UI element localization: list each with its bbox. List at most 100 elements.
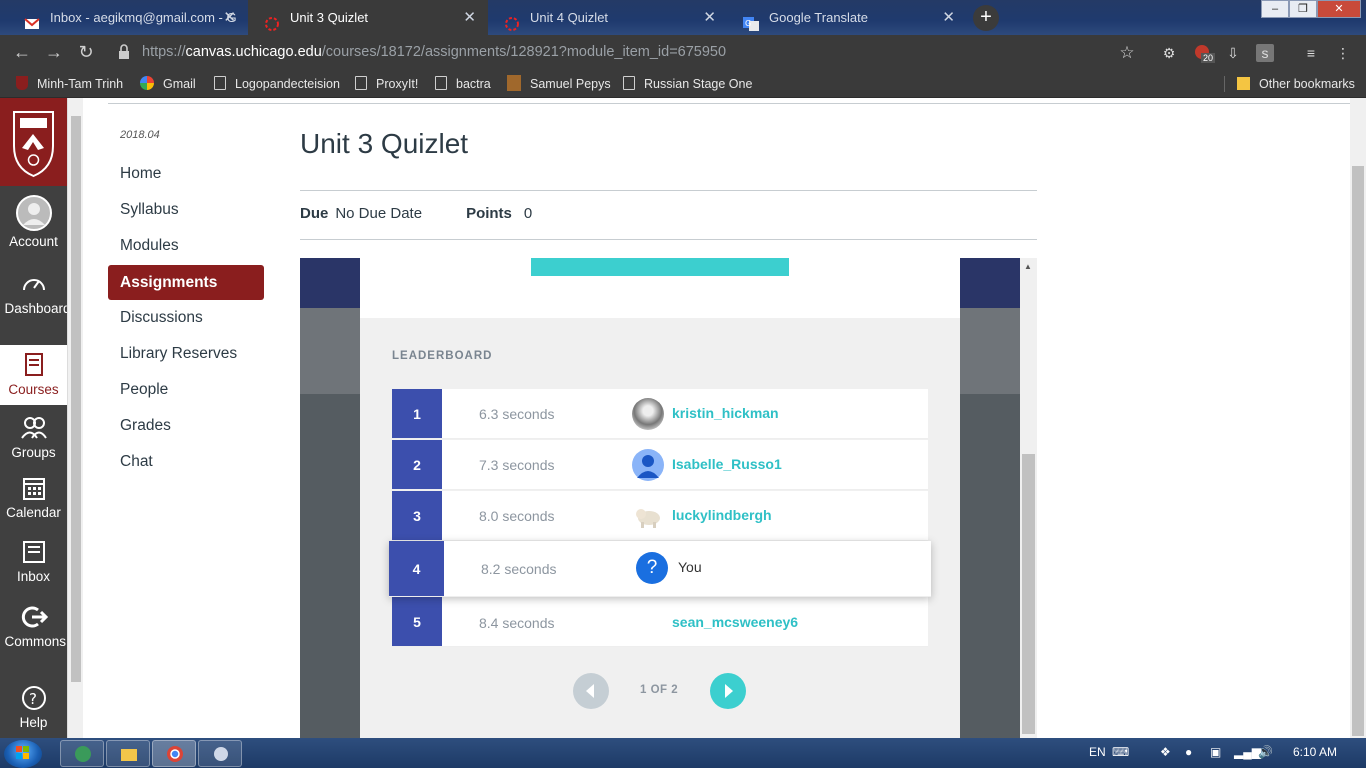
bookmark-proxyit[interactable]: ProxyIt!	[355, 70, 418, 98]
other-bookmarks-label: Other bookmarks	[1259, 77, 1355, 91]
course-nav-chat[interactable]: Chat	[120, 453, 153, 471]
groups-icon	[20, 414, 48, 442]
explorer-folder-icon	[121, 749, 137, 761]
volume-icon[interactable]: 🔊	[1258, 745, 1273, 759]
bookmark-label: ProxyIt!	[376, 77, 419, 91]
global-nav-label: Calendar	[6, 505, 61, 520]
bookmark-bactra[interactable]: bactra	[435, 70, 491, 98]
previous-page-button[interactable]	[573, 673, 609, 709]
media-router-icon[interactable]: ≡	[1302, 44, 1320, 62]
global-nav-scrollbar[interactable]	[67, 98, 83, 738]
reload-button[interactable]: ↻	[70, 35, 102, 70]
global-nav-courses[interactable]: Courses	[0, 345, 67, 405]
global-nav-inbox[interactable]: Inbox	[0, 538, 67, 584]
page-scrollbar[interactable]	[1350, 98, 1366, 738]
bookmark-logopandecteision[interactable]: Logopandecteision	[214, 70, 340, 98]
course-nav-library-reserves[interactable]: Library Reserves	[120, 345, 237, 363]
leaderboard-rank: 4	[389, 541, 444, 596]
global-nav-account[interactable]: Account	[0, 195, 67, 249]
paint-icon	[214, 747, 228, 761]
tab-unit3-quizlet[interactable]: Unit 3 Quizlet ✕	[248, 0, 488, 35]
bookmark-russian-stage-one[interactable]: Russian Stage One	[623, 70, 752, 98]
uchicago-logo[interactable]	[0, 98, 67, 186]
address-bar[interactable]: https://canvas.uchicago.edu/courses/1817…	[142, 35, 726, 70]
scroll-up-arrow-icon[interactable]: ▲	[1024, 262, 1032, 271]
next-page-button[interactable]	[710, 673, 746, 709]
global-nav-dashboard[interactable]: Dashboard	[0, 270, 71, 316]
keyboard-icon[interactable]: ⌨	[1112, 745, 1129, 759]
extension-badge-count: 20	[1201, 53, 1216, 63]
course-nav-people[interactable]: People	[120, 381, 168, 399]
leaderboard-user[interactable]: kristin_hickman	[672, 405, 779, 421]
course-nav-grades[interactable]: Grades	[120, 417, 171, 435]
page-title: Unit 3 Quizlet	[300, 128, 469, 159]
tab-google-translate[interactable]: G Google Translate ✕	[727, 0, 967, 35]
global-nav-calendar[interactable]: Calendar	[0, 474, 67, 520]
bookmark-label: Logopandecteision	[235, 77, 340, 91]
course-nav-modules[interactable]: Modules	[120, 237, 179, 255]
windows-start-button[interactable]	[4, 740, 42, 768]
taskbar-app-button[interactable]	[60, 740, 104, 767]
lock-icon	[118, 44, 130, 60]
global-nav-groups[interactable]: Groups	[0, 414, 67, 460]
tab-gmail-inbox[interactable]: Inbox - aegikmq@gmail.com - G ✕	[8, 0, 248, 35]
action-center-icon[interactable]: ▣	[1210, 745, 1221, 759]
tab-close-icon[interactable]: ✕	[223, 0, 236, 35]
leaderboard-user[interactable]: luckylindbergh	[672, 507, 772, 523]
inbox-icon	[20, 538, 48, 566]
bookmark-star-icon[interactable]: ☆	[1118, 44, 1136, 62]
network-signal-icon[interactable]: ▂▄▆	[1234, 745, 1261, 759]
leaderboard-time: 6.3 seconds	[479, 406, 555, 422]
details-divider	[300, 239, 1037, 240]
tab-close-icon[interactable]: ✕	[463, 0, 476, 35]
leaderboard-user[interactable]: Isabelle_Russo1	[672, 456, 782, 472]
bookmark-samuel-pepys[interactable]: Samuel Pepys	[507, 70, 611, 98]
bookmark-gmail[interactable]: Gmail	[140, 70, 196, 98]
tab-title: Unit 3 Quizlet	[290, 10, 369, 25]
minimize-window-button[interactable]: –	[1261, 0, 1289, 18]
global-nav-commons[interactable]: Commons	[0, 603, 67, 649]
close-window-button[interactable]: ✕	[1317, 0, 1361, 18]
bookmark-label: Gmail	[163, 77, 196, 91]
bookmarks-bar: Minh-Tam Trinh Gmail Logopandecteision P…	[0, 70, 1366, 98]
portrait-icon	[507, 75, 521, 91]
course-nav-home[interactable]: Home	[120, 165, 161, 183]
other-bookmarks[interactable]: Other bookmarks	[1237, 70, 1355, 98]
tray-app-icon[interactable]: ●	[1185, 745, 1192, 759]
dashboard-icon	[20, 270, 48, 298]
new-tab-button[interactable]: +	[973, 5, 999, 31]
menu-kebab-icon[interactable]: ⋮	[1334, 44, 1352, 62]
embed-scrollbar[interactable]: ▲	[1020, 258, 1037, 738]
extension-s-icon[interactable]: s	[1256, 44, 1274, 62]
clock[interactable]: 6:10 AM	[1293, 745, 1337, 759]
tab-unit4-quizlet[interactable]: Unit 4 Quizlet ✕	[488, 0, 728, 35]
taskbar-chrome-button[interactable]	[152, 740, 196, 767]
tab-close-icon[interactable]: ✕	[942, 0, 955, 35]
course-nav-discussions[interactable]: Discussions	[120, 309, 203, 327]
forward-button[interactable]: →	[38, 35, 70, 70]
bookmark-minh-tam-trinh[interactable]: Minh-Tam Trinh	[16, 70, 123, 98]
global-nav-help[interactable]: ? Help	[0, 684, 67, 730]
url-host: canvas.uchicago.edu	[185, 44, 322, 60]
page-icon	[623, 76, 635, 90]
download-icon[interactable]: ⇩	[1224, 44, 1242, 62]
extension-badge-icon[interactable]: 20	[1194, 44, 1216, 63]
course-nav-assignments[interactable]: Assignments	[108, 265, 264, 300]
extension-icon[interactable]: ⚙	[1160, 44, 1178, 62]
dropbox-icon[interactable]: ❖	[1160, 745, 1171, 759]
course-nav-syllabus[interactable]: Syllabus	[120, 201, 179, 219]
global-nav-label: Dashboard	[4, 301, 71, 316]
tab-close-icon[interactable]: ✕	[703, 0, 716, 35]
uchicago-shield-icon	[16, 76, 28, 90]
back-button[interactable]: ←	[6, 35, 38, 70]
global-nav-label: Inbox	[16, 569, 51, 584]
language-indicator[interactable]: EN	[1089, 745, 1106, 759]
bookmark-label: Samuel Pepys	[530, 77, 611, 91]
taskbar-app-button[interactable]	[198, 740, 242, 767]
taskbar-explorer-button[interactable]	[106, 740, 150, 767]
page-icon	[214, 76, 226, 90]
maximize-window-button[interactable]: ❐	[1289, 0, 1317, 18]
leaderboard-user[interactable]: sean_mcsweeney6	[672, 614, 798, 630]
leaderboard-time: 7.3 seconds	[479, 457, 555, 473]
tab-title: Unit 4 Quizlet	[530, 10, 609, 25]
